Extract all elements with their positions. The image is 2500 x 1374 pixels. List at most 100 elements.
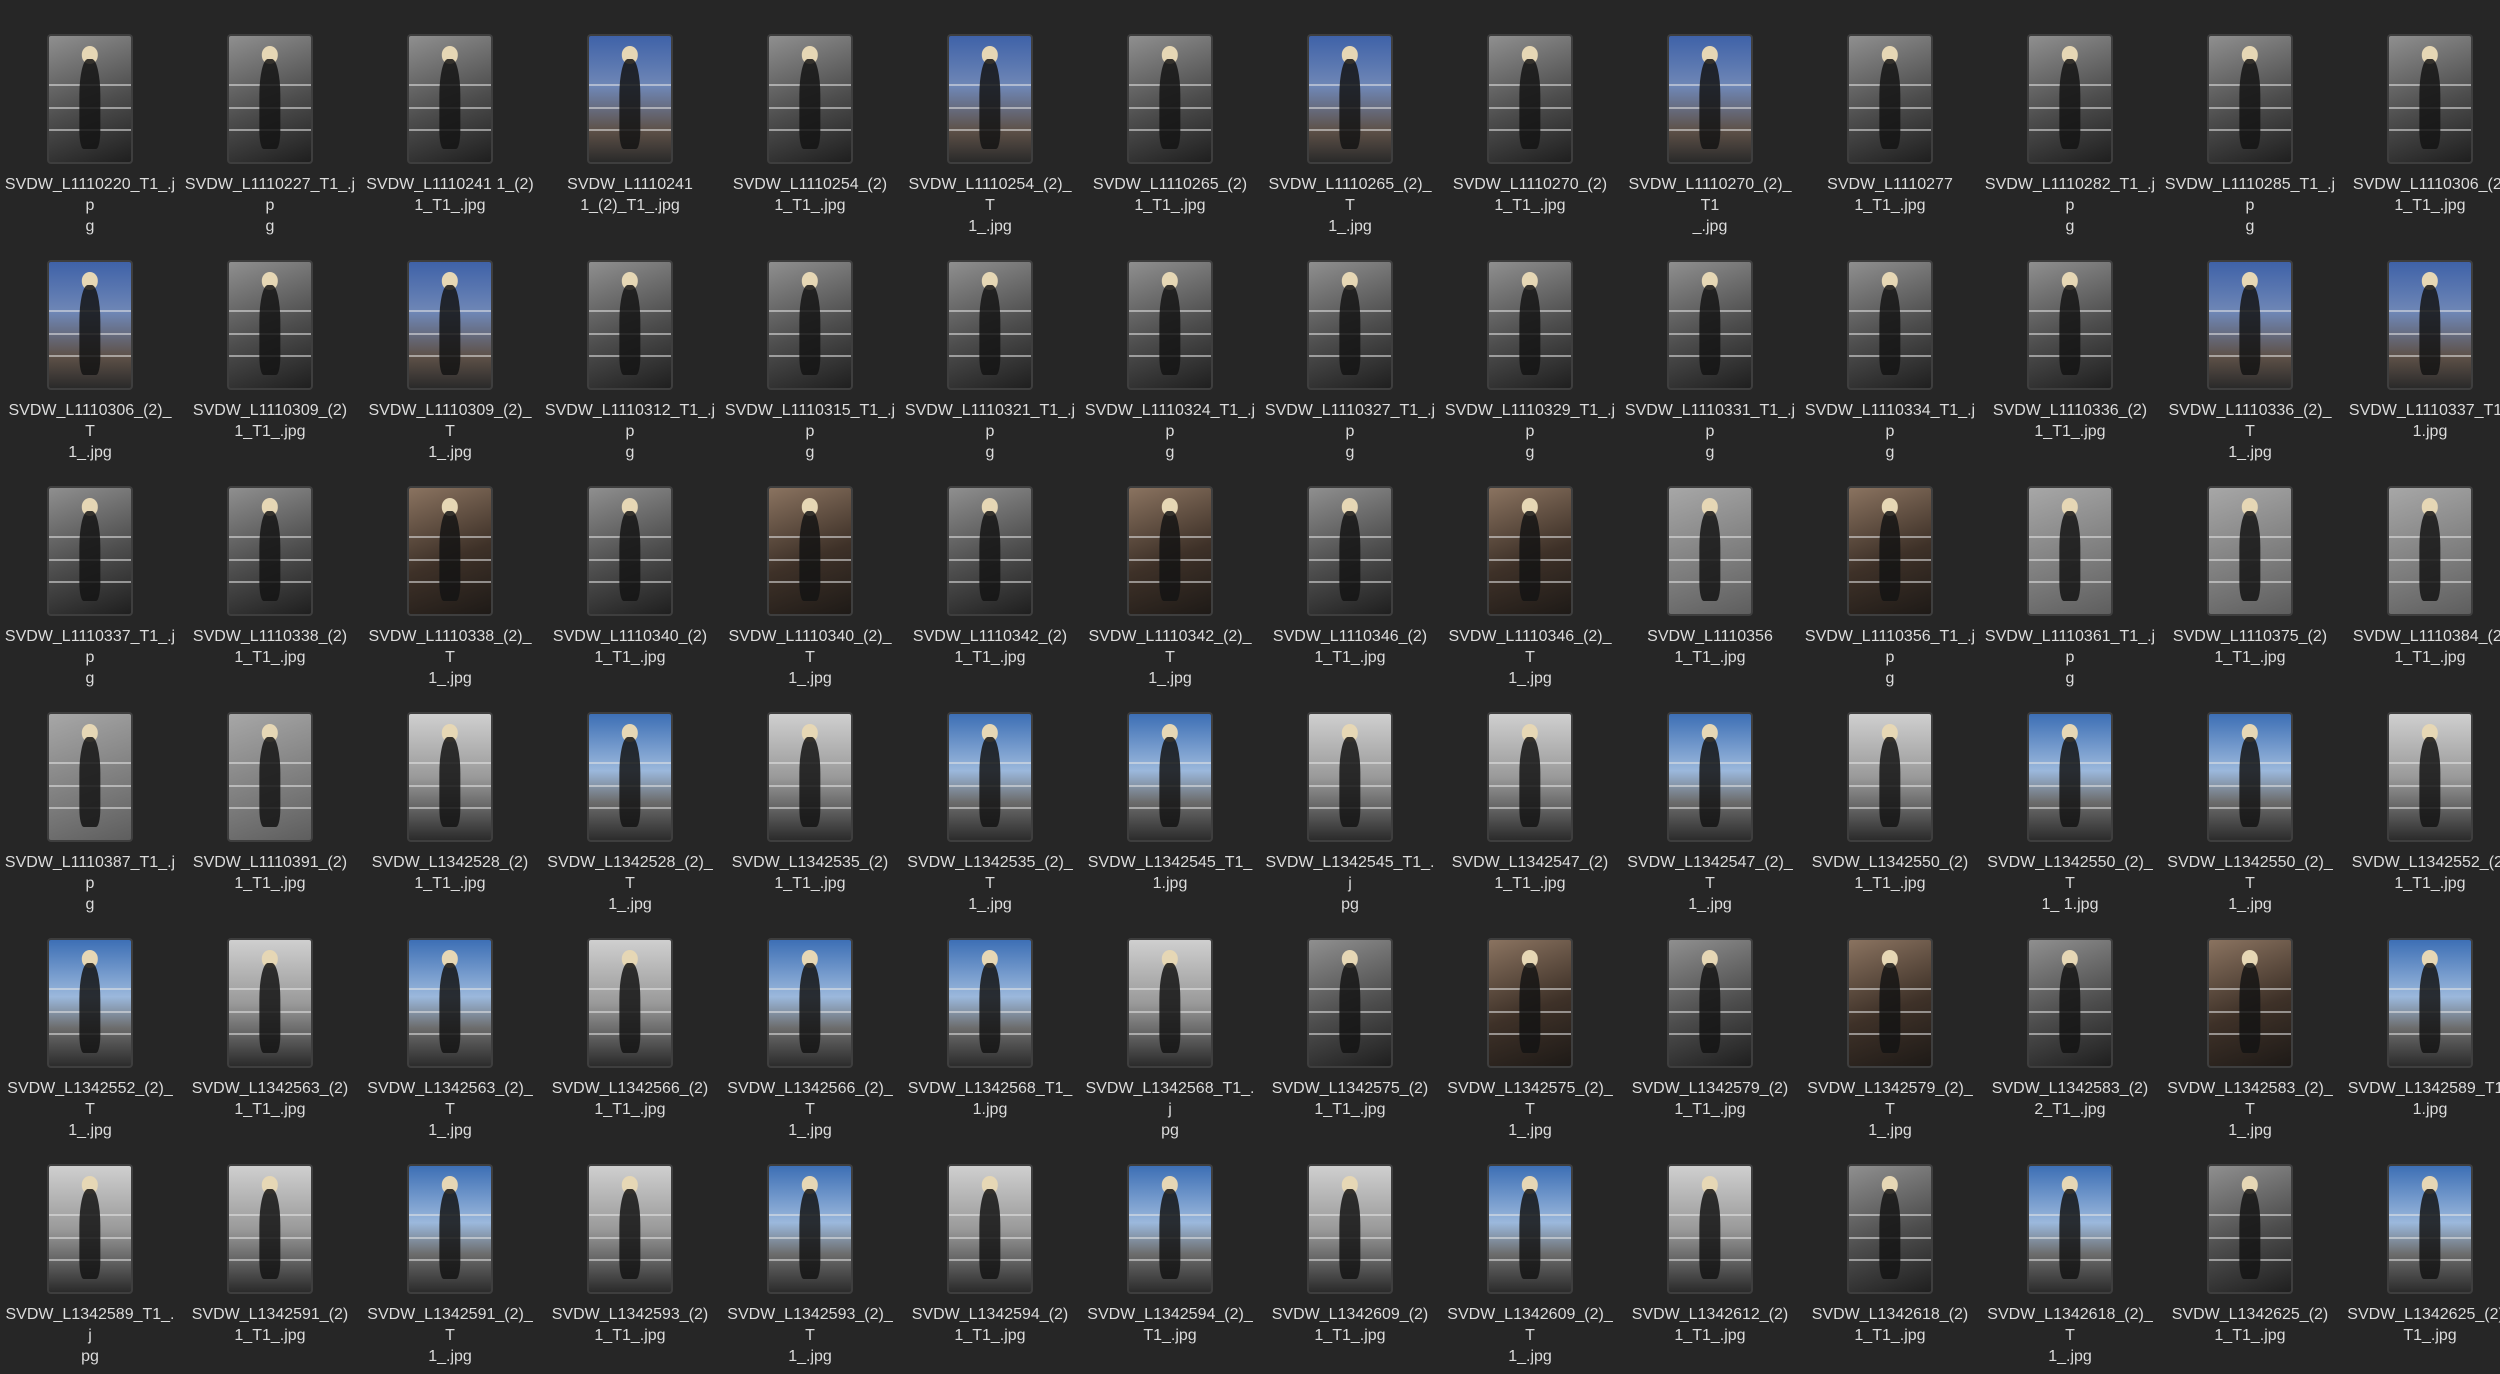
file-item[interactable]: SVDW_L1342535_(2) 1_T1_.jpg [720, 692, 900, 918]
file-name[interactable]: SVDW_L1342545_T1_ 1.jpg [1084, 852, 1256, 894]
file-item[interactable]: SVDW_L1342566_(2) 1_T1_.jpg [540, 918, 720, 1144]
file-thumbnail[interactable] [1307, 938, 1393, 1068]
file-name[interactable]: SVDW_L1342566_(2) 1_T1_.jpg [544, 1078, 716, 1120]
file-name[interactable]: SVDW_L1110254_(2)_T 1_.jpg [904, 174, 1076, 237]
file-item[interactable]: SVDW_L1110391_(2) 1_T1_.jpg [180, 692, 360, 918]
file-thumbnail[interactable] [47, 712, 133, 842]
file-item[interactable]: SVDW_L1110241 1_(2)_T1_.jpg [540, 14, 720, 240]
file-name[interactable]: SVDW_L1110387_T1_.jp g [4, 852, 176, 915]
file-name[interactable]: SVDW_L1110309_(2) 1_T1_.jpg [184, 400, 356, 442]
file-name[interactable]: SVDW_L1110277 1_T1_.jpg [1804, 174, 1976, 216]
file-thumbnail[interactable] [1307, 1164, 1393, 1294]
file-name[interactable]: SVDW_L1110346_(2) 1_T1_.jpg [1264, 626, 1436, 668]
file-item[interactable]: SVDW_L1342528_(2) 1_T1_.jpg [360, 692, 540, 918]
file-item[interactable]: SVDW_L1342568_T1_ 1.jpg [900, 918, 1080, 1144]
file-thumbnail[interactable] [2387, 1164, 2473, 1294]
file-item[interactable]: SVDW_L1342552_(2) 1_T1_.jpg [2340, 692, 2500, 918]
file-thumbnail[interactable] [2207, 938, 2293, 1068]
file-item[interactable]: SVDW_L1110331_T1_.jp g [1620, 240, 1800, 466]
file-item[interactable]: SVDW_L1342612_(2) 1_T1_.jpg [1620, 1144, 1800, 1370]
file-item[interactable]: SVDW_L1342609_(2) 1_T1_.jpg [1260, 1144, 1440, 1370]
file-item[interactable]: SVDW_L1110338_(2)_T 1_.jpg [360, 466, 540, 692]
file-item[interactable]: SVDW_L1110375_(2) 1_T1_.jpg [2160, 466, 2340, 692]
file-name[interactable]: SVDW_L1342579_(2) 1_T1_.jpg [1624, 1078, 1796, 1120]
file-thumbnail[interactable] [1127, 938, 1213, 1068]
file-thumbnail[interactable] [2207, 712, 2293, 842]
file-thumbnail[interactable] [1847, 260, 1933, 390]
file-thumbnail[interactable] [947, 712, 1033, 842]
file-name[interactable]: SVDW_L1342563_(2)_T 1_.jpg [364, 1078, 536, 1141]
file-thumbnail[interactable] [947, 1164, 1033, 1294]
file-item[interactable]: SVDW_L1342609_(2)_T 1_.jpg [1440, 1144, 1620, 1370]
file-name[interactable]: SVDW_L1342591_(2)_T 1_.jpg [364, 1304, 536, 1367]
file-item[interactable]: SVDW_L1110384_(2) 1_T1_.jpg [2340, 466, 2500, 692]
file-thumbnail[interactable] [1487, 34, 1573, 164]
file-thumbnail[interactable] [1847, 712, 1933, 842]
file-thumbnail[interactable] [2027, 260, 2113, 390]
file-item[interactable]: SVDW_L1342591_(2) 1_T1_.jpg [180, 1144, 360, 1370]
file-item[interactable]: SVDW_L1342563_(2) 1_T1_.jpg [180, 918, 360, 1144]
file-item[interactable]: SVDW_L1342575_(2)_T 1_.jpg [1440, 918, 1620, 1144]
file-item[interactable]: SVDW_L1110324_T1_.jp g [1080, 240, 1260, 466]
file-thumbnail[interactable] [227, 486, 313, 616]
file-item[interactable]: SVDW_L1342575_(2) 1_T1_.jpg [1260, 918, 1440, 1144]
file-thumbnail[interactable] [1847, 486, 1933, 616]
file-name[interactable]: SVDW_L1110346_(2)_T 1_.jpg [1444, 626, 1616, 689]
file-thumbnail[interactable] [587, 1164, 673, 1294]
file-thumbnail[interactable] [1127, 34, 1213, 164]
file-name[interactable]: SVDW_L1342547_(2) 1_T1_.jpg [1444, 852, 1616, 894]
file-item[interactable]: SVDW_L1110356 1_T1_.jpg [1620, 466, 1800, 692]
file-thumbnail[interactable] [1847, 938, 1933, 1068]
file-item[interactable]: SVDW_L1342550_(2) 1_T1_.jpg [1800, 692, 1980, 918]
file-item[interactable]: SVDW_L1110338_(2) 1_T1_.jpg [180, 466, 360, 692]
file-item[interactable]: SVDW_L1342618_(2) 1_T1_.jpg [1800, 1144, 1980, 1370]
file-item[interactable]: SVDW_L1110342_(2)_T 1_.jpg [1080, 466, 1260, 692]
file-item[interactable]: SVDW_L1342545_T1_ 1.jpg [1080, 692, 1260, 918]
file-item[interactable]: SVDW_L1110327_T1_.jp g [1260, 240, 1440, 466]
file-thumbnail[interactable] [587, 34, 673, 164]
file-thumbnail[interactable] [47, 938, 133, 1068]
file-item[interactable]: SVDW_L1342618_(2)_T 1_.jpg [1980, 1144, 2160, 1370]
file-thumbnail[interactable] [227, 712, 313, 842]
file-name[interactable]: SVDW_L1342535_(2)_T 1_.jpg [904, 852, 1076, 915]
file-name[interactable]: SVDW_L1342618_(2) 1_T1_.jpg [1804, 1304, 1976, 1346]
file-item[interactable]: SVDW_L1110315_T1_.jp g [720, 240, 900, 466]
file-thumbnail[interactable] [407, 486, 493, 616]
file-name[interactable]: SVDW_L1110384_(2) 1_T1_.jpg [2344, 626, 2500, 668]
file-name[interactable]: SVDW_L1110342_(2) 1_T1_.jpg [904, 626, 1076, 668]
file-thumbnail[interactable] [587, 260, 673, 390]
file-thumbnail[interactable] [1307, 260, 1393, 390]
file-thumbnail[interactable] [1307, 34, 1393, 164]
file-thumbnail[interactable] [1127, 1164, 1213, 1294]
file-item[interactable]: SVDW_L1110340_(2)_T 1_.jpg [720, 466, 900, 692]
file-item[interactable]: SVDW_L1110270_(2)_T1 _.jpg [1620, 14, 1800, 240]
file-name[interactable]: SVDW_L1342552_(2) 1_T1_.jpg [2344, 852, 2500, 894]
file-thumbnail[interactable] [587, 712, 673, 842]
file-thumbnail[interactable] [1487, 486, 1573, 616]
file-thumbnail[interactable] [1307, 486, 1393, 616]
file-item[interactable]: SVDW_L1110254_(2)_T 1_.jpg [900, 14, 1080, 240]
file-name[interactable]: SVDW_L1110270_(2) 1_T1_.jpg [1444, 174, 1616, 216]
file-item[interactable]: SVDW_L1342594_(2)_ T1_.jpg [1080, 1144, 1260, 1370]
file-thumbnail[interactable] [587, 486, 673, 616]
file-thumbnail[interactable] [1667, 34, 1753, 164]
file-name[interactable]: SVDW_L1110391_(2) 1_T1_.jpg [184, 852, 356, 894]
file-name[interactable]: SVDW_L1110227_T1_.jp g [184, 174, 356, 237]
file-item[interactable]: SVDW_L1110282_T1_.jp g [1980, 14, 2160, 240]
file-name[interactable]: SVDW_L1110265_(2)_T 1_.jpg [1264, 174, 1436, 237]
file-thumbnail[interactable] [947, 938, 1033, 1068]
file-thumbnail[interactable] [47, 34, 133, 164]
file-item[interactable]: SVDW_L1342547_(2) 1_T1_.jpg [1440, 692, 1620, 918]
file-name[interactable]: SVDW_L1342535_(2) 1_T1_.jpg [724, 852, 896, 894]
file-thumbnail[interactable] [767, 34, 853, 164]
file-item[interactable]: SVDW_L1110309_(2)_T 1_.jpg [360, 240, 540, 466]
file-name[interactable]: SVDW_L1342625_(2)_ T1_.jpg [2344, 1304, 2500, 1346]
file-item[interactable]: SVDW_L1110265_(2) 1_T1_.jpg [1080, 14, 1260, 240]
file-item[interactable]: SVDW_L1342594_(2) 1_T1_.jpg [900, 1144, 1080, 1370]
file-thumbnail[interactable] [1667, 1164, 1753, 1294]
file-thumbnail[interactable] [1667, 938, 1753, 1068]
file-item[interactable]: SVDW_L1110285_T1_.jp g [2160, 14, 2340, 240]
file-thumbnail[interactable] [2207, 1164, 2293, 1294]
file-name[interactable]: SVDW_L1342550_(2) 1_T1_.jpg [1804, 852, 1976, 894]
file-thumbnail[interactable] [1667, 486, 1753, 616]
